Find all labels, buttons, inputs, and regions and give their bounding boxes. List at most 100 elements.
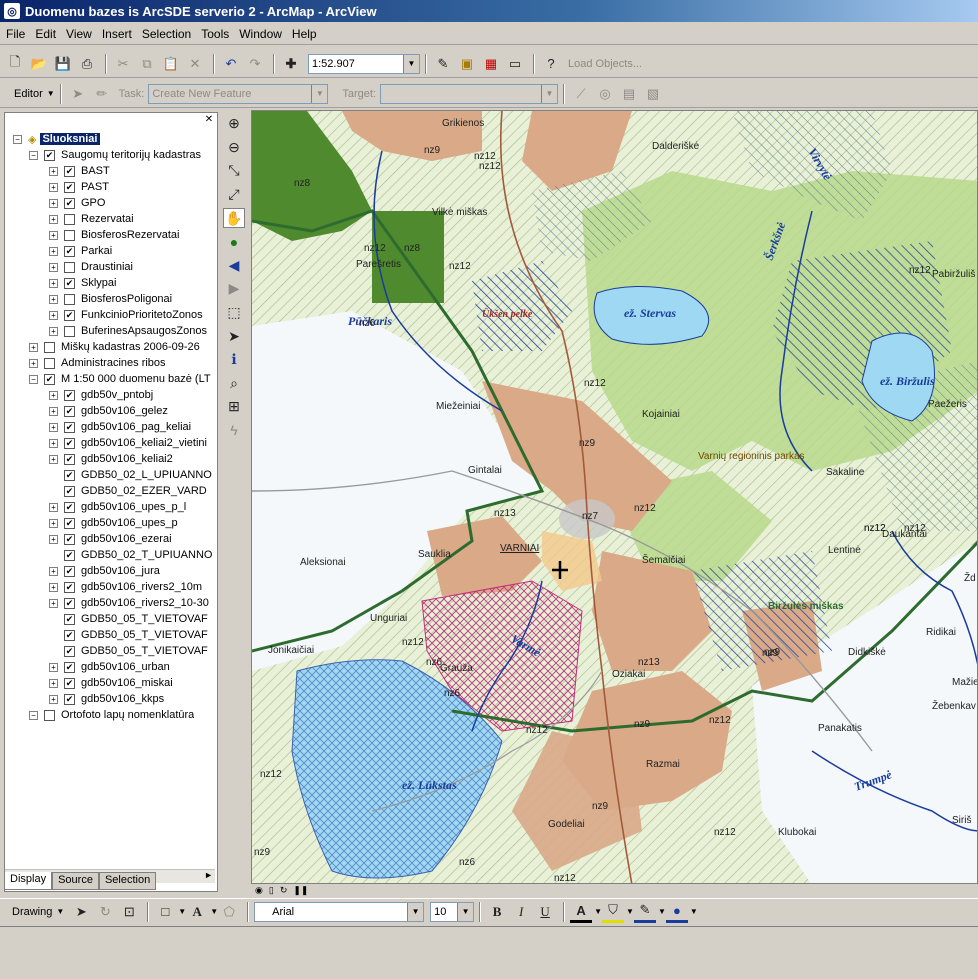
- expand-icon[interactable]: +: [29, 358, 38, 368]
- toc-layer-row[interactable]: + BiosferosRezervatai: [49, 227, 179, 243]
- cut-icon[interactable]: ✂: [112, 53, 134, 75]
- expand-icon[interactable]: +: [49, 198, 58, 208]
- fixed-zoom-in-icon[interactable]: ⤡: [223, 161, 245, 181]
- layer-visibility-checkbox[interactable]: ✔: [64, 613, 75, 625]
- layer-visibility-checkbox[interactable]: [64, 229, 75, 241]
- layer-visibility-checkbox[interactable]: [64, 213, 75, 225]
- layer-visibility-checkbox[interactable]: ✔: [64, 565, 75, 577]
- toc-layer-row[interactable]: ✔ GDB50_02_T_UPIUANNO: [49, 547, 212, 563]
- fill-color-icon[interactable]: ⛉: [602, 901, 625, 923]
- expand-icon[interactable]: +: [49, 582, 58, 592]
- toc-layer-row[interactable]: + ✔ PAST: [49, 179, 109, 195]
- layer-visibility-checkbox[interactable]: ✔: [64, 661, 75, 673]
- layer-visibility-checkbox[interactable]: ✔: [64, 421, 75, 433]
- toc-layer-row[interactable]: ✔ GDB50_05_T_VIETOVAF: [49, 627, 208, 643]
- map-canvas[interactable]: Grikienos Dalderiškė Vilkė miškas Parešr…: [252, 111, 978, 884]
- expand-icon[interactable]: +: [49, 518, 58, 528]
- layer-label[interactable]: GPO: [81, 197, 105, 209]
- rotate-tool-icon[interactable]: ◎: [594, 83, 616, 105]
- toc-layer-row[interactable]: + ✔ gdb50v106_jura: [49, 563, 160, 579]
- sketch-properties-icon[interactable]: ▧: [642, 83, 664, 105]
- layer-visibility-checkbox[interactable]: ✔: [44, 373, 55, 385]
- toc-layer-row[interactable]: + ✔ gdb50v106_gelez: [49, 403, 168, 419]
- layer-visibility-checkbox[interactable]: ✔: [64, 405, 75, 417]
- layer-visibility-checkbox[interactable]: ✔: [64, 677, 75, 689]
- layer-label[interactable]: Sklypai: [81, 277, 116, 289]
- layer-label[interactable]: gdb50v106_upes_p_l: [81, 501, 186, 513]
- expand-icon[interactable]: +: [49, 326, 58, 336]
- editor-toolbar-icon[interactable]: ✎: [432, 53, 454, 75]
- toc-layer-row[interactable]: + BiosferosPoligonai: [49, 291, 172, 307]
- refresh-icon[interactable]: ↻: [280, 885, 288, 896]
- rectangle-icon[interactable]: □: [154, 901, 176, 923]
- layer-visibility-checkbox[interactable]: ✔: [64, 165, 75, 177]
- map-view[interactable]: Grikienos Dalderiškė Vilkė miškas Parešr…: [251, 110, 978, 884]
- underline-icon[interactable]: U: [534, 901, 556, 923]
- layer-label[interactable]: Saugomų teritorijų kadastras: [61, 149, 201, 161]
- command-line-icon[interactable]: ▭: [504, 53, 526, 75]
- layer-label[interactable]: Parkai: [81, 245, 112, 257]
- layer-label[interactable]: M 1:50 000 duomenu bazė (LT: [61, 373, 211, 385]
- edit-vertices-icon[interactable]: ⬠: [218, 901, 240, 923]
- layer-label[interactable]: gdb50v106_upes_p: [81, 517, 178, 529]
- expand-icon[interactable]: +: [29, 342, 38, 352]
- chevron-down-icon[interactable]: ▼: [626, 907, 634, 916]
- tab-selection[interactable]: Selection: [98, 872, 157, 890]
- task-combo[interactable]: Create New Feature ▼: [148, 83, 329, 104]
- chevron-down-icon[interactable]: ▼: [210, 907, 218, 916]
- expand-icon[interactable]: +: [49, 182, 58, 192]
- sketch-tool-icon[interactable]: ✏: [91, 83, 113, 105]
- load-objects-button[interactable]: Load Objects...: [568, 58, 642, 70]
- pan-icon[interactable]: ✋: [223, 208, 245, 229]
- drawing-menu-button[interactable]: Drawing: [12, 906, 52, 918]
- toc-layer-row[interactable]: + ✔ gdb50v106_ezerai: [49, 531, 172, 547]
- toc-layer-row[interactable]: + ✔ gdb50v_pntobj: [49, 387, 153, 403]
- target-combo[interactable]: ▼: [380, 83, 558, 104]
- back-icon[interactable]: ◀: [223, 256, 245, 276]
- layer-visibility-checkbox[interactable]: ✔: [64, 453, 75, 465]
- chevron-down-icon[interactable]: ▼: [658, 907, 666, 916]
- toc-layer-row[interactable]: − ✔ M 1:50 000 duomenu bazė (LT: [29, 371, 211, 387]
- expand-icon[interactable]: +: [49, 214, 58, 224]
- layer-visibility-checkbox[interactable]: ✔: [64, 485, 75, 497]
- chevron-down-icon[interactable]: ▼: [594, 907, 602, 916]
- arccatalog-icon[interactable]: ▣: [456, 53, 478, 75]
- toc-root-label[interactable]: Sluoksniai: [40, 133, 100, 145]
- layer-label[interactable]: BuferinesApsaugosZonos: [81, 325, 207, 337]
- globe-icon[interactable]: ◉: [255, 885, 263, 896]
- open-folder-icon[interactable]: 📂: [28, 53, 50, 75]
- tab-display[interactable]: Display: [4, 872, 53, 890]
- layer-label[interactable]: gdb50v106_urban: [81, 661, 170, 673]
- add-data-icon[interactable]: ✚: [280, 53, 302, 75]
- toc-layer-row[interactable]: + ✔ gdb50v106_keliai2_vietini: [49, 435, 207, 451]
- layer-visibility-checkbox[interactable]: ✔: [64, 501, 75, 513]
- layer-label[interactable]: gdb50v106_ezerai: [81, 533, 172, 545]
- toc-layer-row[interactable]: + Administracines ribos: [29, 355, 166, 371]
- edit-tool-icon[interactable]: ➤: [67, 83, 89, 105]
- layer-label[interactable]: GDB50_05_T_VIETOVAF: [81, 629, 208, 641]
- layer-label[interactable]: gdb50v106_jura: [81, 565, 160, 577]
- font-combo[interactable]: Arial ▼: [254, 901, 425, 922]
- toc-layer-row[interactable]: + ✔ gdb50v106_rivers2_10-30: [49, 595, 209, 611]
- layer-label[interactable]: BAST: [81, 165, 110, 177]
- expand-icon[interactable]: +: [49, 262, 58, 272]
- chevron-down-icon[interactable]: ▼: [407, 902, 424, 921]
- menu-tools[interactable]: Tools: [201, 27, 229, 41]
- chevron-down-icon[interactable]: ▼: [56, 907, 64, 916]
- toc-layer-row[interactable]: + ✔ Sklypai: [49, 275, 116, 291]
- layer-visibility-checkbox[interactable]: ✔: [64, 693, 75, 705]
- layer-visibility-checkbox[interactable]: ✔: [64, 533, 75, 545]
- bold-icon[interactable]: B: [486, 901, 508, 923]
- layer-label[interactable]: Draustiniai: [81, 261, 133, 273]
- layer-label[interactable]: Ortofoto lapų nomenklatūra: [61, 709, 194, 721]
- full-extent-icon[interactable]: ●: [223, 232, 245, 252]
- toc-layer-row[interactable]: + BuferinesApsaugosZonos: [49, 323, 207, 339]
- arctoolbox-icon[interactable]: ▦: [480, 53, 502, 75]
- rotate-icon[interactable]: ↻: [94, 901, 116, 923]
- new-document-icon[interactable]: 🗋: [4, 53, 26, 75]
- layout-view-icon[interactable]: ▯: [269, 885, 274, 896]
- editor-menu-button[interactable]: Editor: [14, 88, 43, 100]
- layer-label[interactable]: gdb50v106_rivers2_10-30: [81, 597, 209, 609]
- copy-icon[interactable]: ⧉: [136, 53, 158, 75]
- fixed-zoom-out-icon[interactable]: ⤢: [223, 185, 245, 205]
